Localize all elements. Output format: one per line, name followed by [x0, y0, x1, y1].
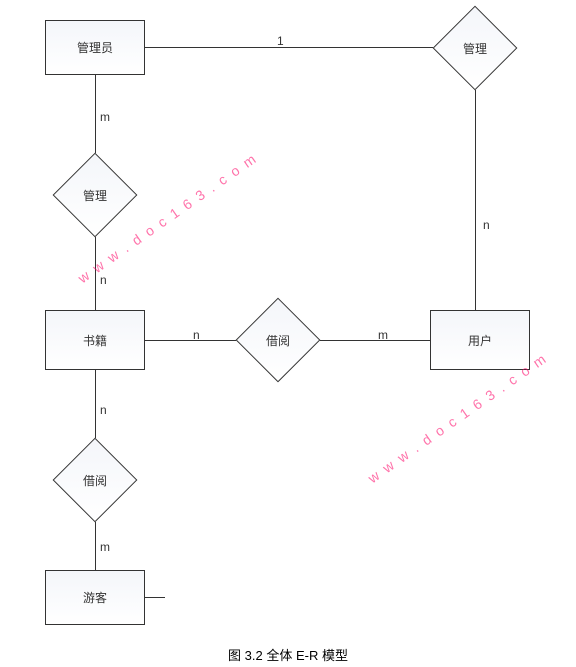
edge-admin-manage-top [145, 47, 433, 48]
entity-guest-label: 游客 [83, 589, 107, 606]
entity-guest: 游客 [45, 570, 145, 625]
relationship-borrow-mid-label: 借阅 [266, 332, 290, 349]
cardinality-admin-manage-left: m [100, 110, 110, 124]
edge-borrow-bottom-guest [95, 522, 96, 570]
relationship-manage-top-label: 管理 [463, 40, 487, 57]
relationship-manage-left: 管理 [65, 165, 125, 225]
cardinality-book-borrow-mid: n [193, 328, 200, 342]
cardinality-borrow-bottom-guest: m [100, 540, 110, 554]
relationship-manage-top: 管理 [445, 18, 505, 78]
edge-book-borrow-mid [145, 340, 236, 341]
relationship-borrow-bottom: 借阅 [65, 450, 125, 510]
cardinality-manage-left-book: n [100, 273, 107, 287]
cardinality-borrow-mid-user: m [378, 328, 388, 342]
relationship-borrow-bottom-label: 借阅 [83, 472, 107, 489]
edge-admin-manage-left [95, 75, 96, 153]
relationship-manage-left-label: 管理 [83, 187, 107, 204]
entity-book: 书籍 [45, 310, 145, 370]
cardinality-manage-top-user: n [483, 218, 490, 232]
entity-admin: 管理员 [45, 20, 145, 75]
figure-caption: 图 3.2 全体 E-R 模型 [0, 645, 576, 664]
entity-user-label: 用户 [468, 332, 492, 349]
entity-book-label: 书籍 [83, 332, 107, 349]
edge-guest-stub [145, 597, 165, 598]
edge-manage-top-user-v [475, 90, 476, 310]
edge-book-borrow-bottom [95, 370, 96, 438]
cardinality-book-borrow-bottom: n [100, 403, 107, 417]
cardinality-admin-manage-top: 1 [277, 34, 284, 48]
entity-admin-label: 管理员 [77, 39, 113, 56]
entity-user: 用户 [430, 310, 530, 370]
relationship-borrow-mid: 借阅 [248, 310, 308, 370]
edge-borrow-mid-user [320, 340, 430, 341]
edge-manage-left-book [95, 237, 96, 310]
watermark: w w w . d o c 1 6 3 . c o m [365, 350, 550, 486]
